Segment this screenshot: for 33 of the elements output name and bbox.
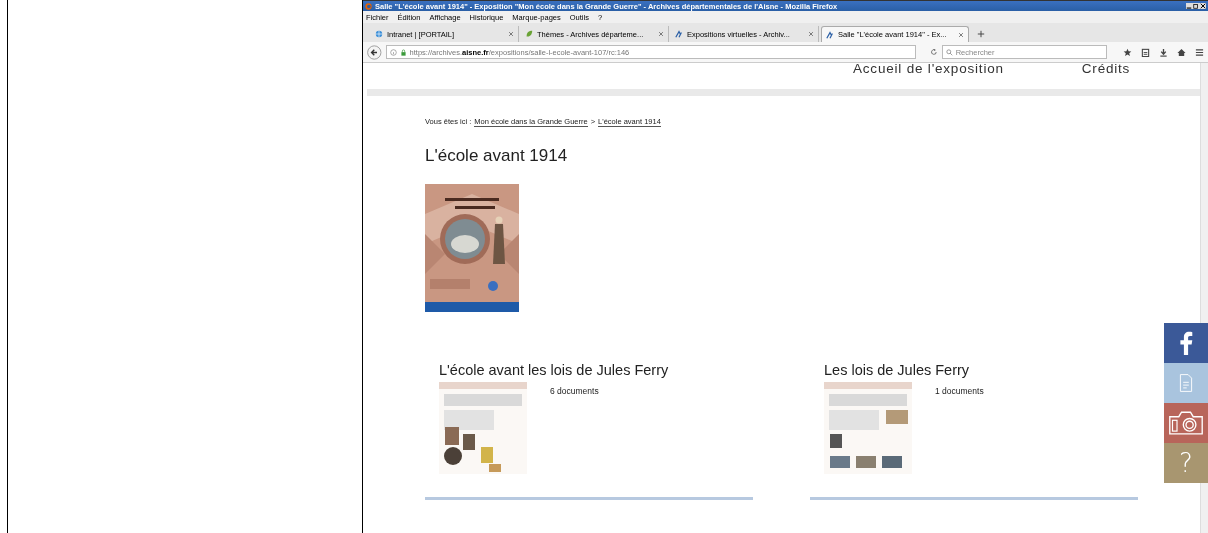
new-tab-icon[interactable] [977,30,985,38]
camera-icon [1168,410,1204,436]
info-icon [389,48,397,56]
clipboard-icon[interactable] [1141,47,1150,57]
room-title[interactable]: Les lois de Jules Ferry [824,362,1138,378]
download-icon[interactable] [1159,47,1168,57]
home-icon[interactable] [1177,47,1186,57]
lock-icon [399,48,407,56]
reload-icon[interactable] [929,48,938,56]
menu-icon[interactable] [1195,47,1204,57]
close-tab-icon[interactable] [658,31,664,37]
document-count: 1 documents [935,386,984,396]
browser-logo-icon [365,2,372,10]
facebook-button[interactable] [1164,323,1208,363]
site-logo-icon [826,30,834,39]
room-title[interactable]: L'école avant les lois de Jules Ferry [439,362,753,378]
camera-button[interactable] [1164,403,1208,443]
page-title: L'école avant 1914 [425,146,569,166]
globe-icon [375,30,383,38]
star-icon[interactable] [1123,47,1132,57]
close-icon[interactable] [1200,3,1206,9]
back-button-icon[interactable] [367,44,382,60]
nav-link[interactable]: Crédits [1081,63,1131,75]
document-count: 6 documents [550,386,599,396]
site-logo-icon [675,30,683,38]
nav-link[interactable]: Accueil de l'exposition [853,63,1004,75]
search-icon [945,48,953,56]
facebook-icon [1179,330,1193,356]
close-tab-icon[interactable] [808,31,814,37]
leaf-icon [525,30,533,38]
restore-icon[interactable] [1193,3,1199,9]
close-tab-icon[interactable] [508,31,514,37]
close-tab-icon[interactable] [958,31,964,38]
